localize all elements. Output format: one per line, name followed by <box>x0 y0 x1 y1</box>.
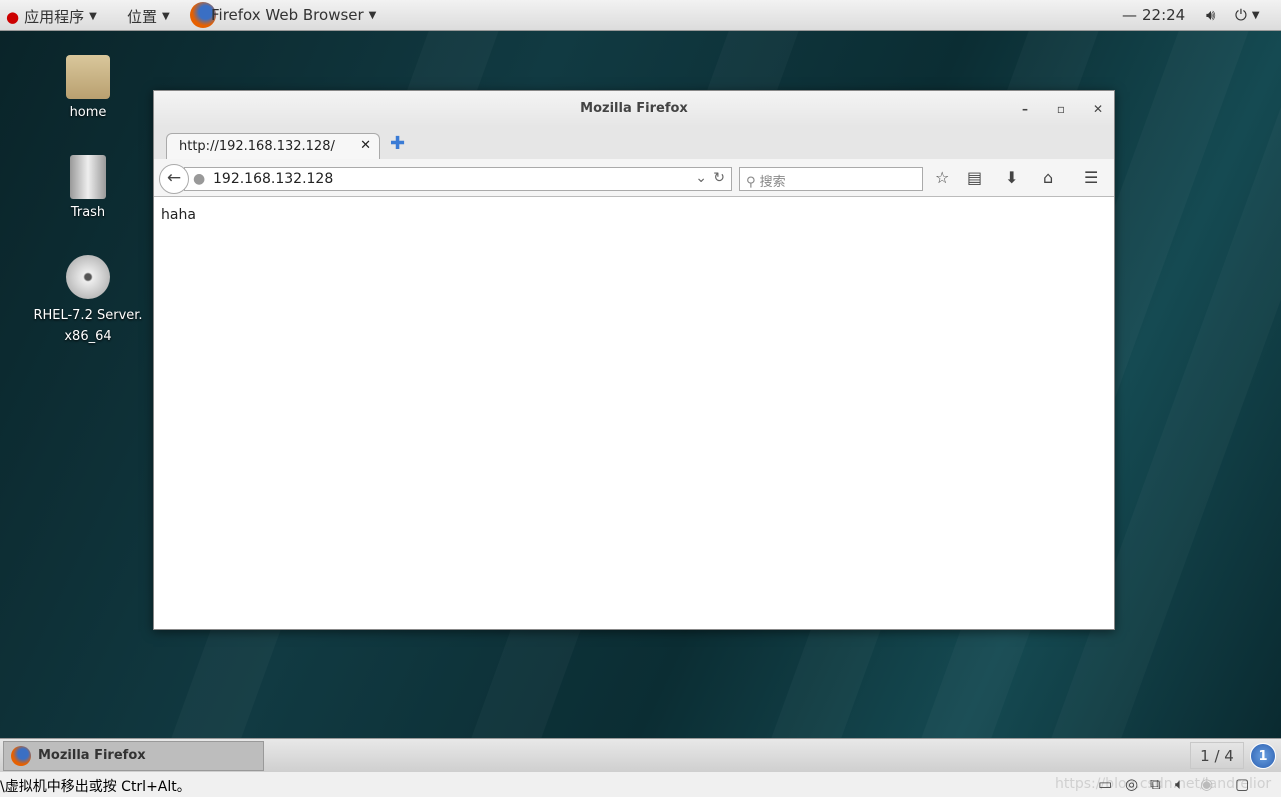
chevron-down-icon: ▼ <box>89 11 97 22</box>
trash-icon <box>70 155 106 199</box>
desktop-icon-home[interactable]: home <box>33 55 143 120</box>
applications-menu[interactable]: ● 应用程序 ▼ <box>6 6 97 27</box>
folder-icon <box>66 55 110 99</box>
tab-strip: http://192.168.132.128/✕ ✚ <box>154 127 1114 160</box>
navigation-toolbar: ● 192.168.132.128 ⌄ ↻ ← ⚲ 搜索 ☆ ▤ ⬇ ⌂ ☰ <box>154 159 1114 197</box>
workspace-pager[interactable]: 1 / 4 <box>1190 742 1244 769</box>
globe-icon: ● <box>193 171 206 187</box>
menu-icon[interactable]: ☰ <box>1084 168 1098 187</box>
title-bar: Mozilla Firefox – ▫ ✕ <box>154 91 1114 127</box>
close-tab-icon[interactable]: ✕ <box>360 138 371 153</box>
hdd-icon[interactable]: ▭ <box>1098 775 1112 793</box>
home-icon[interactable]: ⌂ <box>1043 168 1053 187</box>
chevron-down-icon: ▼ <box>1251 9 1260 21</box>
power-menu[interactable]: ⏻ ▼ <box>1235 6 1260 24</box>
back-button[interactable]: ← <box>159 164 189 194</box>
firefox-icon <box>11 746 31 766</box>
usb-icon[interactable]: ◉ <box>1200 775 1213 793</box>
chevron-down-icon: ▼ <box>162 11 170 22</box>
taskbar: Mozilla Firefox 1 / 4 1 <box>0 738 1281 772</box>
new-tab-button[interactable]: ✚ <box>390 133 405 154</box>
tab-active[interactable]: http://192.168.132.128/✕ <box>166 133 380 160</box>
desktop-icon-dvd[interactable]: RHEL-7.2 Server. x86_64 <box>33 255 143 347</box>
dropdown-icon[interactable]: ⌄ <box>695 170 707 186</box>
search-icon: ⚲ <box>746 175 760 190</box>
url-bar[interactable]: ● 192.168.132.128 ⌄ ↻ <box>184 167 732 191</box>
active-app-menu[interactable]: Firefox Web Browser ▼ <box>190 2 376 28</box>
desktop-icon-trash[interactable]: Trash <box>33 155 143 220</box>
taskbar-item-firefox[interactable]: Mozilla Firefox <box>3 741 264 771</box>
cd-icon[interactable]: ◎ <box>1125 775 1138 793</box>
sound-icon[interactable]: 🔈︎ <box>1175 775 1184 793</box>
page-content: haha <box>161 207 196 223</box>
places-menu[interactable]: 位置 ▼ <box>127 6 170 27</box>
message-icon[interactable]: ▢ <box>1235 775 1249 793</box>
top-bar: ● 应用程序 ▼ 位置 ▼ Firefox Web Browser ▼ —22:24 🔊… <box>0 0 1281 31</box>
redhat-icon: ● <box>6 7 20 26</box>
network-icon[interactable]: ⧉ <box>1150 775 1161 793</box>
maximize-button[interactable]: ▫ <box>1051 91 1071 127</box>
close-button[interactable]: ✕ <box>1088 91 1108 127</box>
volume-icon[interactable]: 🔊︎ <box>1206 6 1215 24</box>
search-input[interactable]: ⚲ 搜索 <box>739 167 923 191</box>
power-icon: ⏻ <box>1235 6 1247 24</box>
disc-icon <box>66 255 110 299</box>
bookmarks-icon[interactable]: ▤ <box>967 168 982 187</box>
chevron-down-icon: ▼ <box>368 9 377 21</box>
firefox-window: Mozilla Firefox – ▫ ✕ http://192.168.132… <box>153 90 1115 630</box>
minimize-button[interactable]: – <box>1015 91 1035 127</box>
clock[interactable]: —22:24 <box>1122 6 1185 24</box>
bookmark-star-icon[interactable]: ☆ <box>935 168 949 187</box>
reload-icon[interactable]: ↻ <box>713 170 725 186</box>
download-icon[interactable]: ⬇ <box>1005 168 1018 187</box>
workspace-badge[interactable]: 1 <box>1250 743 1276 769</box>
